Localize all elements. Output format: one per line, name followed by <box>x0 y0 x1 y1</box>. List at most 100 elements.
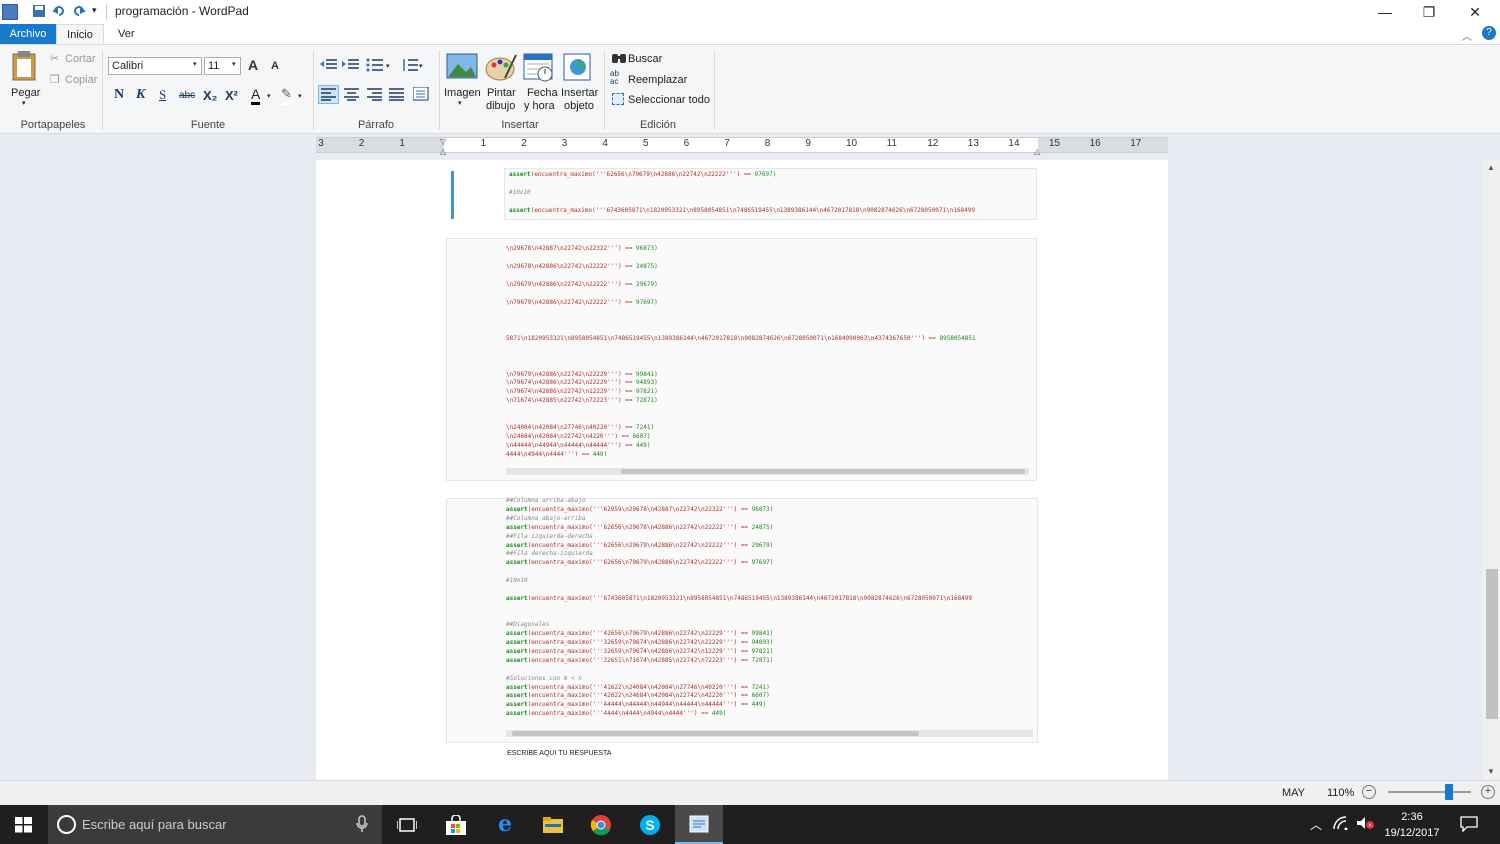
clock-time[interactable]: 2:36 <box>1377 810 1447 825</box>
collapse-ribbon-icon[interactable]: ︿ <box>1462 28 1472 43</box>
scroll-down-icon[interactable]: ▼ <box>1487 767 1495 776</box>
replace-button[interactable]: Reemplazar <box>628 74 687 86</box>
microphone-icon[interactable] <box>356 815 368 836</box>
ruler-number: 7 <box>724 138 730 149</box>
line-spacing-icon[interactable] <box>401 58 419 75</box>
action-center-icon[interactable] <box>1460 816 1478 835</box>
scroll-thumb[interactable] <box>512 731 919 736</box>
text-color-button[interactable]: A <box>251 86 261 105</box>
line-spacing-dropdown-icon[interactable]: ▾ <box>419 62 423 70</box>
minimize-button[interactable]: — <box>1362 0 1408 24</box>
close-button[interactable]: ✕ <box>1452 0 1498 24</box>
paragraph-settings-icon[interactable] <box>412 86 429 104</box>
show-hidden-icons-icon[interactable]: ︿ <box>1310 816 1322 833</box>
highlight-icon[interactable]: ✎ <box>281 86 292 105</box>
code-kw: assert <box>506 559 528 567</box>
wordpad-app-icon[interactable] <box>2 4 18 20</box>
bullets-icon[interactable] <box>366 58 384 75</box>
shrink-font-button[interactable]: A <box>271 60 279 72</box>
file-explorer-icon[interactable] <box>529 805 577 844</box>
increase-indent-icon[interactable] <box>342 58 360 75</box>
paste-button[interactable]: Pegar <box>11 87 40 99</box>
code-body: (encuentra_maximo('''41622\n24084\n42084… <box>527 683 752 691</box>
date-time-icon[interactable] <box>523 52 555 84</box>
first-line-indent-marker[interactable]: ▽ <box>440 137 446 146</box>
italic-button[interactable]: K <box>136 87 145 103</box>
tab-inicio[interactable]: Inicio <box>56 24 104 44</box>
code-body: (encuentra_maximo('''42622\n24684\n42084… <box>527 692 752 700</box>
right-indent-marker[interactable]: △ <box>1034 147 1040 156</box>
code-num: 97697) <box>751 559 774 567</box>
network-icon[interactable] <box>1333 816 1349 833</box>
paste-icon[interactable] <box>10 50 38 82</box>
subscript-button[interactable]: X₂ <box>203 88 217 103</box>
superscript-button[interactable]: X² <box>225 88 238 103</box>
windows-start-icon[interactable] <box>15 817 32 836</box>
insert-object-icon[interactable] <box>562 52 594 84</box>
strikethrough-button[interactable]: abc <box>179 90 195 101</box>
help-icon[interactable]: ? <box>1482 26 1496 40</box>
paint-drawing-label-1[interactable]: Pintar <box>487 87 516 99</box>
paint-drawing-label-2[interactable]: dibujo <box>486 100 515 112</box>
code-line: assert(encuentra_maximo('''62959\n29678\… <box>506 506 1034 515</box>
tab-ver[interactable]: Ver <box>108 24 145 44</box>
code-num: 6607) <box>751 692 770 700</box>
date-time-label-2[interactable]: y hora <box>524 100 555 112</box>
underline-button[interactable]: S <box>159 87 166 103</box>
justify-icon[interactable] <box>389 88 405 104</box>
font-family-select[interactable]: Calibri <box>108 57 202 75</box>
skype-icon[interactable]: S <box>626 805 674 844</box>
code-line: ##Columna abajo-arriba <box>506 515 1034 524</box>
paste-dropdown-icon[interactable]: ▾ <box>22 99 26 107</box>
insert-object-label-1[interactable]: Insertar <box>561 87 598 99</box>
ruler-number: 17 <box>1130 138 1142 149</box>
font-size-dropdown-icon[interactable]: ▾ <box>232 60 236 68</box>
maximize-button[interactable]: ❐ <box>1406 0 1452 24</box>
paint-drawing-icon[interactable] <box>485 52 517 84</box>
code-image-1[interactable]: assert(encuentra_maximo('''62656\n79679\… <box>504 168 1037 220</box>
taskbar-search-input[interactable]: Escribe aquí para buscar <box>48 805 382 844</box>
text-color-dropdown-icon[interactable]: ▾ <box>267 92 271 100</box>
zoom-slider-thumb[interactable] <box>1445 784 1454 800</box>
image-icon[interactable] <box>446 52 478 84</box>
code-body: \n79674\n42886\n22742\n12229''') == <box>506 388 637 396</box>
copy-button[interactable]: Copiar <box>65 74 97 86</box>
zoom-level[interactable]: 110% <box>1327 787 1354 799</box>
image-dropdown-icon[interactable]: ▾ <box>458 99 462 107</box>
select-all-button[interactable]: Seleccionar todo <box>628 94 710 106</box>
bullets-dropdown-icon[interactable]: ▾ <box>386 62 390 70</box>
cut-button[interactable]: Cortar <box>65 53 96 65</box>
zoom-out-button[interactable]: − <box>1362 785 1376 799</box>
customize-qat-icon[interactable]: ▾ <box>92 5 97 16</box>
find-button[interactable]: Buscar <box>628 53 662 65</box>
volume-muted-icon[interactable]: × <box>1356 816 1374 833</box>
image-button[interactable]: Imagen <box>444 87 481 99</box>
zoom-in-button[interactable]: + <box>1481 785 1495 799</box>
insert-object-label-2[interactable]: objeto <box>564 100 594 112</box>
chrome-icon[interactable] <box>577 805 625 844</box>
grow-font-button[interactable]: A <box>248 57 258 73</box>
align-center-icon[interactable] <box>344 88 360 104</box>
highlight-dropdown-icon[interactable]: ▾ <box>298 92 302 100</box>
code-body: (encuentra_maximo('''62656\n29678\n42886… <box>527 523 752 531</box>
save-icon[interactable] <box>32 4 48 20</box>
tab-archivo[interactable]: Archivo <box>0 24 56 44</box>
date-time-label-1[interactable]: Fecha <box>527 87 558 99</box>
answer-placeholder[interactable]: ESCRIBE AQUI TU RESPUESTA <box>507 750 611 757</box>
scroll-up-icon[interactable]: ▲ <box>1487 163 1495 172</box>
redo-icon[interactable] <box>72 4 88 20</box>
vertical-scroll-thumb[interactable] <box>1486 569 1498 719</box>
clock-date[interactable]: 19/12/2017 <box>1377 826 1447 841</box>
zoom-slider[interactable] <box>1388 791 1471 793</box>
undo-icon[interactable] <box>52 4 68 20</box>
scroll-thumb[interactable] <box>621 469 1025 474</box>
edge-browser-icon[interactable]: e <box>481 805 529 844</box>
store-icon[interactable] <box>432 805 480 844</box>
code-body: 5871\n1820953321\n8958054851\n7486519455… <box>506 334 940 342</box>
task-view-icon[interactable] <box>383 805 431 844</box>
align-right-icon[interactable] <box>367 88 383 104</box>
decrease-indent-icon[interactable] <box>320 58 338 75</box>
left-indent-marker[interactable]: △ <box>440 147 446 156</box>
font-family-dropdown-icon[interactable]: ▾ <box>193 60 197 68</box>
bold-button[interactable]: N <box>114 87 124 103</box>
